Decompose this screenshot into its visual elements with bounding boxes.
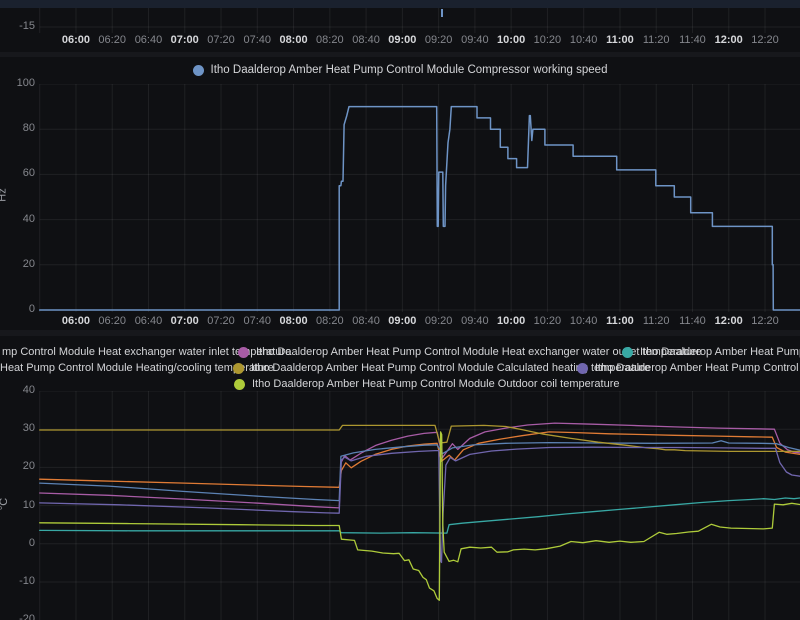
grafana-dashboard: -15 06:00 06:20 06:40 07:00 07:20 07:40 08:00 0… <box>0 0 800 620</box>
legend-color-dot <box>577 362 588 374</box>
legend-label: Itho Daalderop Amber Heat Pump Control M… <box>252 378 620 390</box>
partial-series-marker <box>441 9 443 17</box>
time-tick-label: 12:20 <box>751 315 779 327</box>
time-tick-label: 10:40 <box>569 34 598 46</box>
time-tick-label: 10:00 <box>497 315 526 327</box>
time-tick-label: 07:40 <box>243 315 272 327</box>
time-tick-label: 08:00 <box>279 34 308 46</box>
series-line <box>39 446 800 564</box>
series-line <box>39 431 800 488</box>
legend-item-compressor-working-speed[interactable]: Itho Daalderop Amber Heat Pump Control M… <box>192 64 608 76</box>
time-tick-label: 09:20 <box>424 34 453 46</box>
time-tick-label: 11:20 <box>642 315 670 327</box>
series-line <box>38 105 800 311</box>
time-tick-label: 06:20 <box>98 315 126 327</box>
legend-item-temperature-series[interactable]: Itho Daalderop Amber Heat Pump Control M… <box>234 376 619 392</box>
time-tick-label: 09:00 <box>388 34 417 46</box>
time-tick-label: 07:20 <box>207 315 235 327</box>
top-panel-y-tick: -15 <box>19 20 35 32</box>
time-tick-label: 11:00 <box>606 34 634 46</box>
compressor-chart[interactable] <box>0 84 800 312</box>
series-line <box>39 431 800 601</box>
time-tick-label: 12:00 <box>714 34 743 46</box>
time-tick-label: 11:40 <box>679 315 706 327</box>
legend-label: Itho Daalderop Amber Heat Pump Control M… <box>595 362 800 374</box>
series-line <box>39 440 800 502</box>
time-tick-label: 07:00 <box>170 315 199 327</box>
temperature-chart[interactable] <box>0 391 800 620</box>
time-tick-label: 08:20 <box>316 315 344 327</box>
time-tick-label: 10:20 <box>533 34 562 46</box>
legend-label: Itho Daalderop Amber Heat Pump Control <box>640 346 800 358</box>
time-tick-label: 11:40 <box>679 34 706 46</box>
legend-label: Itho Daalderop Amber Heat Pump Control M… <box>210 64 608 76</box>
time-tick-label: 09:00 <box>388 315 417 327</box>
time-tick-label: 08:00 <box>279 315 308 327</box>
time-tick-label: 10:00 <box>497 34 526 46</box>
time-tick-label: 06:20 <box>98 34 126 46</box>
top-panel-time-axis: 06:00 06:20 06:40 07:00 07:20 07:40 08:00 08:20… <box>0 34 800 48</box>
cropped-panel-above: -15 06:00 06:20 06:40 07:00 07:20 07:40 08:00 0… <box>0 0 800 52</box>
series-line <box>39 497 800 534</box>
temperature-panel: mp Control Module Heat exchanger water i… <box>0 336 800 620</box>
time-tick-label: 08:40 <box>352 34 380 46</box>
time-tick-label: 11:00 <box>606 315 634 327</box>
time-tick-label: 10:40 <box>569 315 598 327</box>
time-tick-label: 10:20 <box>533 315 562 327</box>
top-panel-plot-remnant[interactable] <box>0 8 800 33</box>
time-tick-label: 06:40 <box>134 34 163 46</box>
legend-item-temperature-series[interactable]: Itho Daalderop Amber Heat Pump Control <box>622 344 800 360</box>
legend-color-dot <box>238 346 249 358</box>
time-tick-label: 07:40 <box>243 34 272 46</box>
compressor-time-axis: 06:00 06:20 06:40 07:00 07:20 07:40 08:00 08:20… <box>0 315 800 329</box>
top-panel-strip <box>0 0 800 8</box>
legend-item-temperature-series[interactable]: Itho Daalderop Amber Heat Pump Control M… <box>577 360 800 376</box>
time-tick-label: 08:40 <box>352 315 380 327</box>
time-tick-label: 06:00 <box>61 34 90 46</box>
time-tick-label: 09:20 <box>424 315 453 327</box>
legend-color-dot <box>192 64 204 76</box>
time-tick-label: 08:20 <box>316 34 344 46</box>
legend-color-dot <box>622 346 633 358</box>
time-tick-label: 06:40 <box>134 315 163 327</box>
time-tick-label: 09:40 <box>461 315 489 327</box>
time-tick-label: 07:20 <box>207 34 235 46</box>
time-tick-label: 09:40 <box>461 34 489 46</box>
compressor-panel: Itho Daalderop Amber Heat Pump Control M… <box>0 57 800 330</box>
time-tick-label: 06:00 <box>61 315 90 327</box>
time-tick-label: 07:00 <box>170 34 199 46</box>
time-tick-label: 12:00 <box>714 315 743 327</box>
compressor-legend: Itho Daalderop Amber Heat Pump Control M… <box>0 62 800 78</box>
time-tick-label: 11:20 <box>642 34 670 46</box>
legend-color-dot <box>234 378 245 390</box>
legend-color-dot <box>233 362 244 374</box>
time-tick-label: 12:20 <box>751 34 779 46</box>
